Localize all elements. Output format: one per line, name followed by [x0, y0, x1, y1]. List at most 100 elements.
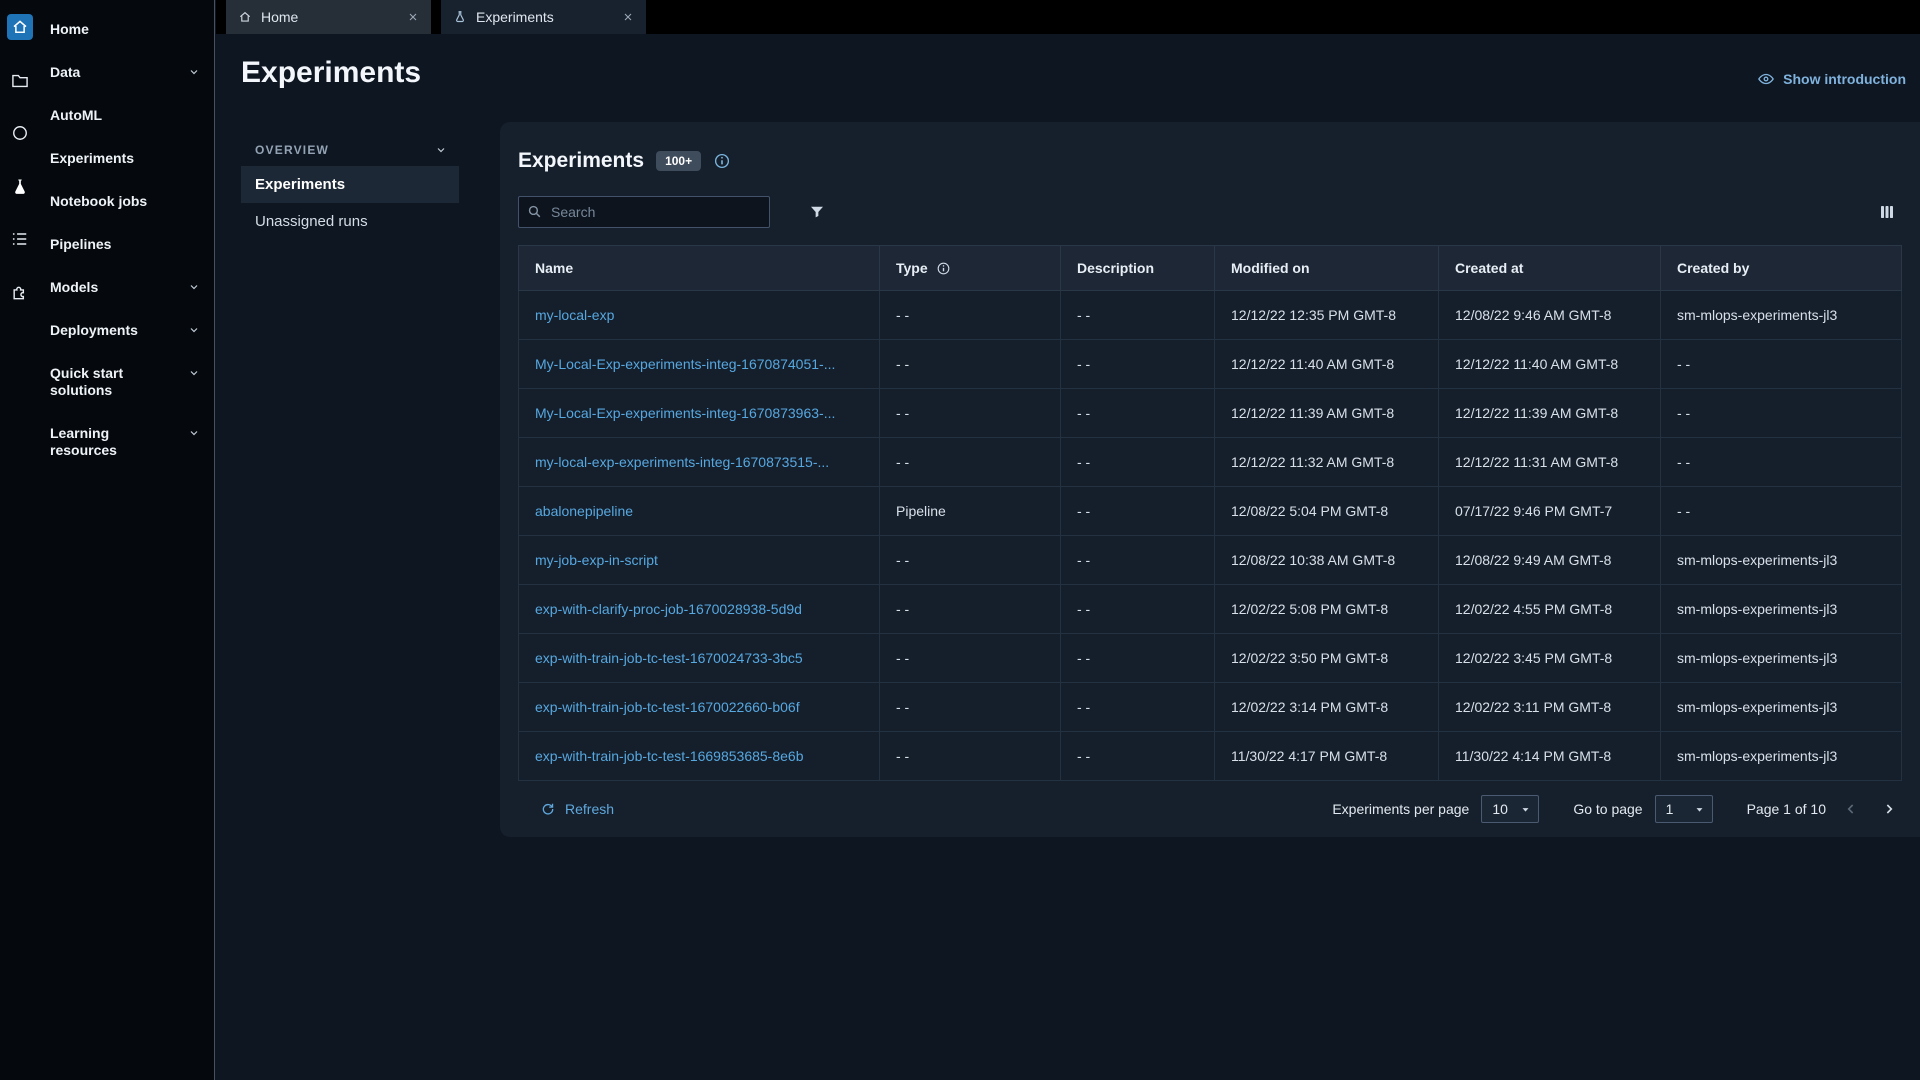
subnav-section-label: OVERVIEW	[255, 143, 330, 157]
sidebar-item-pipelines[interactable]: Pipelines	[50, 223, 208, 266]
caret-down-icon	[1696, 807, 1703, 812]
show-introduction-label: Show introduction	[1783, 71, 1906, 87]
rail-experiments-button[interactable]	[7, 174, 33, 200]
subnav-item-unassigned-runs[interactable]: Unassigned runs	[241, 203, 459, 240]
sidebar-item-deployments[interactable]: Deployments	[50, 309, 208, 352]
info-icon[interactable]	[936, 261, 951, 276]
experiment-name-link[interactable]: exp-with-train-job-tc-test-1670022660-b0…	[535, 699, 800, 715]
sidebar: Home Data AutoML Experiments Notebook jo…	[0, 0, 215, 1080]
column-settings-button[interactable]	[1878, 203, 1896, 221]
table-row[interactable]: my-local-exp-experiments-integ-167087351…	[518, 437, 1902, 487]
chevron-left-icon	[1847, 804, 1854, 814]
table-footer: Refresh Experiments per page 10 Go to pa…	[518, 781, 1902, 837]
search-input[interactable]	[518, 196, 770, 228]
experiment-name-link[interactable]: exp-with-clarify-proc-job-1670028938-5d9…	[535, 601, 802, 617]
sidebar-item-label: Pipelines	[50, 236, 112, 252]
beaker-icon	[456, 11, 464, 23]
column-header-created-by: Created by	[1660, 245, 1902, 291]
sidebar-item-label: Models	[50, 279, 99, 295]
close-icon[interactable]	[403, 7, 423, 27]
show-introduction-link[interactable]: Show introduction	[1757, 70, 1906, 88]
pagination-controls: Experiments per page 10 Go to page 1 Pag…	[1332, 795, 1902, 823]
next-page-button[interactable]	[1876, 796, 1902, 822]
subnav-section-overview[interactable]: OVERVIEW	[241, 134, 459, 166]
go-to-page-label: Go to page	[1573, 801, 1643, 817]
experiment-name-link[interactable]: my-local-exp-experiments-integ-167087351…	[535, 454, 829, 470]
rail-home-button[interactable]	[7, 14, 33, 40]
chevron-down-icon	[190, 70, 198, 75]
tab-label: Experiments	[476, 9, 554, 25]
experiments-panel: Experiments 100+ Na	[500, 122, 1920, 837]
table-row[interactable]: my-local-exp - - - - 12/12/22 12:35 PM G…	[518, 290, 1902, 340]
chevron-down-icon	[190, 328, 198, 333]
info-icon[interactable]	[713, 152, 731, 170]
sidebar-item-notebook-jobs[interactable]: Notebook jobs	[50, 180, 208, 223]
table-row[interactable]: my-job-exp-in-script - - - - 12/08/22 10…	[518, 535, 1902, 585]
refresh-label: Refresh	[565, 801, 615, 817]
sidebar-item-models[interactable]: Models	[50, 266, 208, 309]
page-status: Page 1 of 10	[1746, 801, 1826, 817]
table-row[interactable]: exp-with-clarify-proc-job-1670028938-5d9…	[518, 584, 1902, 634]
experiments-icon	[15, 179, 25, 194]
tab-home[interactable]: Home	[226, 0, 431, 34]
sidebar-item-label: Notebook jobs	[50, 193, 148, 209]
column-header-modified-on: Modified on	[1214, 245, 1439, 291]
experiment-name-link[interactable]: exp-with-train-job-tc-test-1670024733-3b…	[535, 650, 803, 666]
go-to-page-select[interactable]: 1	[1654, 795, 1713, 823]
sidebar-item-data[interactable]: Data	[50, 51, 208, 94]
chevron-down-icon	[190, 431, 198, 436]
caret-down-icon	[1522, 807, 1529, 812]
subnav: OVERVIEW Experiments Unassigned runs	[241, 134, 459, 240]
subnav-item-experiments[interactable]: Experiments	[241, 166, 459, 203]
sidebar-item-automl[interactable]: AutoML	[50, 94, 208, 137]
previous-page-button[interactable]	[1838, 796, 1864, 822]
sidebar-item-home[interactable]: Home	[50, 8, 208, 51]
rail-extensions-button[interactable]	[7, 279, 33, 305]
table-row[interactable]: exp-with-train-job-tc-test-1669853685-8e…	[518, 731, 1902, 781]
sidebar-item-quick-start-solutions[interactable]: Quick start solutions	[50, 352, 208, 412]
column-header-created-at: Created at	[1438, 245, 1661, 291]
page-title: Experiments	[241, 56, 422, 89]
folder-icon	[12, 74, 28, 88]
sidebar-item-learning-resources[interactable]: Learning resources	[50, 412, 208, 472]
experiment-name-link[interactable]: exp-with-train-job-tc-test-1669853685-8e…	[535, 748, 803, 764]
table-row[interactable]: exp-with-train-job-tc-test-1670022660-b0…	[518, 682, 1902, 732]
rail-jobs-button[interactable]	[7, 226, 33, 252]
table-row[interactable]: abalonepipeline Pipeline - - 12/08/22 5:…	[518, 486, 1902, 536]
sidebar-item-label: AutoML	[50, 107, 103, 123]
per-page-label: Experiments per page	[1332, 801, 1470, 817]
eye-icon	[1758, 73, 1775, 85]
per-page-select[interactable]: 10	[1481, 795, 1540, 823]
go-to-page-value: 1	[1665, 801, 1674, 817]
refresh-button[interactable]: Refresh	[540, 801, 614, 817]
list-icon	[12, 233, 27, 245]
table-header-row: Name Type Description Modified on Create…	[518, 245, 1902, 291]
chevron-right-icon	[1886, 804, 1893, 814]
sidebar-item-experiments[interactable]: Experiments	[50, 137, 208, 180]
table-row[interactable]: My-Local-Exp-experiments-integ-167087396…	[518, 388, 1902, 438]
filter-button[interactable]	[808, 203, 826, 221]
sidebar-item-label: Home	[50, 21, 89, 37]
sidebar-nav: Home Data AutoML Experiments Notebook jo…	[50, 8, 208, 472]
per-page-value: 10	[1492, 801, 1508, 817]
sidebar-item-label: Quick start solutions	[50, 365, 124, 398]
table-row[interactable]: My-Local-Exp-experiments-integ-167087405…	[518, 339, 1902, 389]
experiment-name-link[interactable]: My-Local-Exp-experiments-integ-167087396…	[535, 405, 835, 421]
table-row[interactable]: exp-with-train-job-tc-test-1670024733-3b…	[518, 633, 1902, 683]
experiment-name-link[interactable]: My-Local-Exp-experiments-integ-167087405…	[535, 356, 835, 372]
column-header-type: Type	[879, 245, 1061, 291]
experiments-table: Name Type Description Modified on Create…	[518, 245, 1902, 781]
sidebar-item-label: Learning resources	[50, 425, 117, 458]
chevron-down-icon	[190, 285, 198, 290]
close-icon[interactable]	[618, 7, 638, 27]
experiment-name-link[interactable]: abalonepipeline	[535, 503, 633, 519]
tab-experiments[interactable]: Experiments	[441, 0, 646, 34]
subnav-item-label: Unassigned runs	[255, 213, 368, 230]
columns-icon	[1881, 206, 1893, 218]
circle-icon	[13, 126, 27, 140]
experiment-name-link[interactable]: my-job-exp-in-script	[535, 552, 658, 568]
experiment-name-link[interactable]: my-local-exp	[535, 307, 614, 323]
rail-data-button[interactable]	[7, 68, 33, 94]
column-header-name: Name	[518, 245, 880, 291]
rail-automl-button[interactable]	[7, 120, 33, 146]
